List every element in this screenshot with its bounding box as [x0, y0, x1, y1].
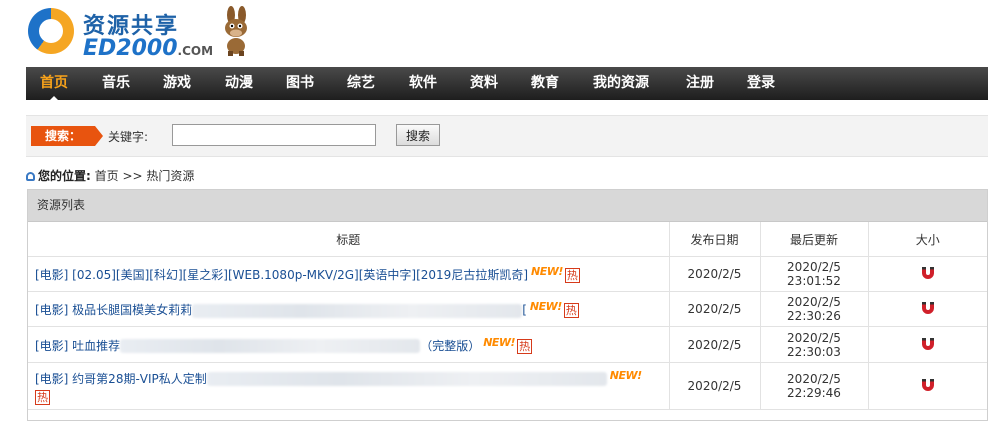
breadcrumb-separator: >> [122, 169, 143, 183]
nav-item-register[interactable]: 注册 [672, 67, 728, 100]
magnet-icon[interactable] [921, 301, 935, 314]
nav-item-music[interactable]: 音乐 [88, 67, 144, 100]
resource-list-panel: 资源列表 标题 发布日期 最后更新 大小 [电影] [02.05][美国][科幻… [27, 189, 988, 421]
magnet-icon[interactable] [921, 266, 935, 279]
nav-item-software[interactable]: 软件 [395, 67, 451, 100]
donkey-mascot-icon [225, 6, 247, 56]
logo-en-text: ED2000.COM [83, 36, 214, 61]
logo-emblem-icon [28, 8, 74, 54]
nav-item-materials[interactable]: 资料 [456, 67, 512, 100]
table-row: [电影] 约哥第28期-VIP私人定制 NEW! 热 2020/2/5 2020/2… [28, 362, 987, 410]
search-tag: 搜索： [31, 126, 103, 146]
blurred-text [120, 339, 421, 353]
new-badge: NEW! [483, 335, 516, 349]
active-caret-icon [49, 96, 59, 101]
nav-item-anime[interactable]: 动漫 [211, 67, 267, 100]
resource-title-tail: [ [522, 303, 527, 317]
table-row: [电影] [02.05][美国][科幻][星之彩][WEB.1080p-MKV/… [28, 256, 987, 292]
publish-date: 2020/2/5 [669, 326, 761, 363]
breadcrumb-prefix: 您的位置: [38, 169, 91, 183]
header-title: 标题 [28, 222, 670, 257]
hot-badge: 热 [563, 303, 579, 318]
header-updated: 最后更新 [760, 222, 869, 257]
header-date: 发布日期 [669, 222, 761, 257]
panel-title: 资源列表 [28, 190, 987, 222]
blurred-text [192, 303, 523, 318]
breadcrumb-current: 热门资源 [146, 169, 195, 183]
header-size: 大小 [868, 222, 987, 257]
nav-item-books[interactable]: 图书 [272, 67, 328, 100]
location-icon [26, 172, 35, 181]
breadcrumb-home-link[interactable]: 首页 [95, 169, 119, 183]
search-button[interactable]: 搜索 [396, 124, 440, 146]
nav-item-games[interactable]: 游戏 [149, 67, 205, 100]
publish-date: 2020/2/5 [669, 256, 761, 292]
last-updated: 2020/2/5 23:01:52 [760, 256, 869, 292]
resource-table: 标题 发布日期 最后更新 大小 [电影] [02.05][美国][科幻][星之彩… [28, 222, 987, 410]
hot-badge: 热 [517, 338, 533, 354]
publish-date: 2020/2/5 [669, 362, 761, 410]
new-badge: NEW! [609, 368, 642, 382]
publish-date: 2020/2/5 [669, 291, 761, 327]
last-updated: 2020/2/5 22:29:46 [760, 362, 869, 410]
last-updated: 2020/2/5 22:30:03 [760, 326, 869, 363]
nav-item-variety[interactable]: 综艺 [333, 67, 389, 100]
resource-title-link[interactable]: [电影] 吐血推荐 [35, 339, 120, 353]
keyword-label: 关键字: [108, 130, 149, 144]
nav-item-home[interactable]: 首页 [28, 67, 80, 101]
site-logo[interactable]: 资源共享 ED2000.COM [28, 6, 278, 64]
keyword-input[interactable] [172, 124, 376, 146]
search-bar: 搜索： 关键字: 搜索 [26, 115, 988, 157]
last-updated: 2020/2/5 22:30:26 [760, 291, 869, 327]
magnet-icon[interactable] [921, 378, 935, 391]
resource-title-tail: （完整版） [420, 338, 481, 353]
resource-title-link[interactable]: [电影] 极品长腿国模美女莉莉 [35, 303, 192, 317]
nav-item-login[interactable]: 登录 [733, 67, 789, 100]
blurred-text [206, 372, 607, 386]
table-row: [电影] 极品长腿国模美女莉莉 [NEW! 热 2020/2/5 2020/2/5 … [28, 291, 987, 327]
main-nav: 首页 音乐 游戏 动漫 图书 综艺 软件 资料 教育 我的资源 注册 登录 [26, 67, 988, 101]
hot-badge: 热 [564, 268, 580, 283]
hot-badge: 热 [35, 389, 50, 405]
resource-title-link[interactable]: [电影] 约哥第28期-VIP私人定制 [35, 372, 207, 386]
nav-item-my-resources[interactable]: 我的资源 [581, 67, 661, 100]
new-badge: NEW! [531, 265, 563, 278]
magnet-icon[interactable] [921, 337, 935, 350]
nav-item-education[interactable]: 教育 [517, 67, 573, 100]
table-row: [电影] 吐血推荐 （完整版） NEW! 热 2020/2/5 2020/2/5 22… [28, 326, 987, 363]
resource-title-link[interactable]: [电影] [02.05][美国][科幻][星之彩][WEB.1080p-MKV/… [35, 268, 528, 282]
new-badge: NEW! [529, 300, 562, 313]
breadcrumb: 您的位置: 首页 >> 热门资源 [26, 167, 194, 184]
